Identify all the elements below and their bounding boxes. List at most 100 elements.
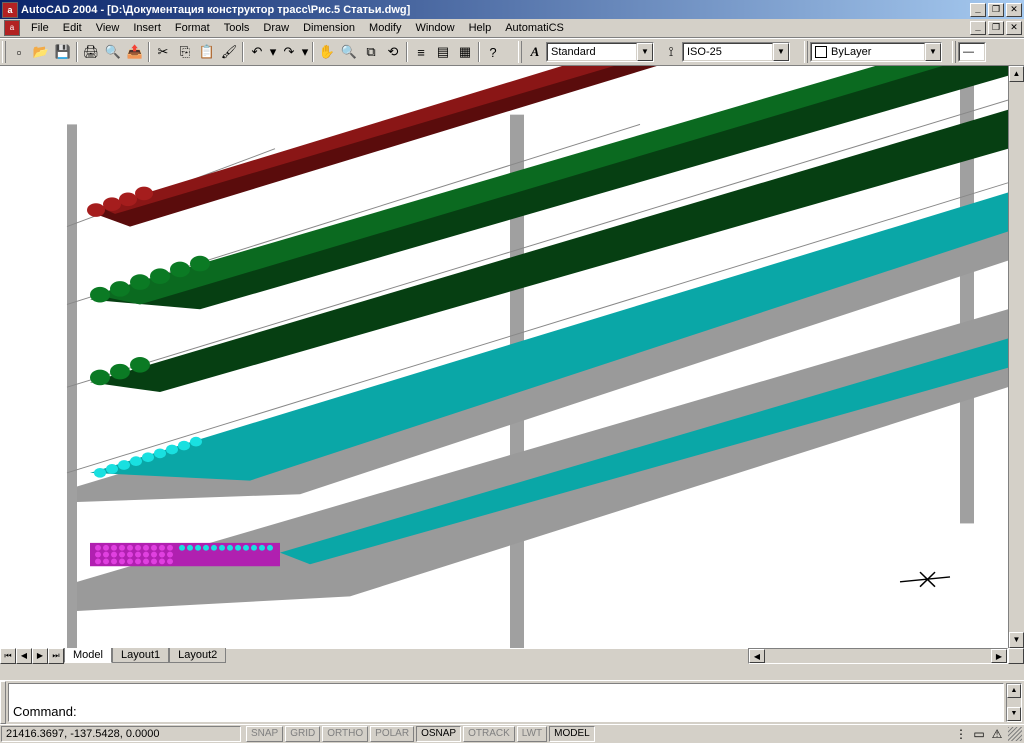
document-icon[interactable]: a [4,20,20,36]
minimize-button[interactable]: _ [970,3,986,17]
publish-button[interactable]: 📤 [124,41,146,63]
command-handle[interactable] [0,681,6,724]
text-style-combo[interactable]: Standard ▼ [546,42,654,62]
menu-draw[interactable]: Draw [256,20,296,36]
tab-layout1[interactable]: Layout1 [112,648,169,663]
extra-combo[interactable]: — [958,42,986,62]
dropdown-icon[interactable]: ▼ [925,43,941,61]
drawing-area-wrapper: ▲ ▼ ⏮ ◀ ▶ ⏭ ModelLayout1Layout2 ◀ ▶ [0,66,1024,680]
pan-button[interactable]: ✋ [316,41,338,63]
dropdown-icon[interactable]: ▼ [637,43,653,61]
help-button[interactable]: ? [482,41,504,63]
scroll-down-button[interactable]: ▼ [1007,707,1021,721]
open-button[interactable]: 📂 [30,41,52,63]
menu-format[interactable]: Format [168,20,217,36]
menu-insert[interactable]: Insert [126,20,168,36]
command-prompt-label: Command: [13,704,77,719]
tab-scroll-next-button[interactable]: ▶ [32,648,48,664]
zoom-prev-button[interactable]: ⟲ [382,41,404,63]
toolbar-separator [312,42,314,62]
status-toggle-osnap[interactable]: OSNAP [416,726,461,742]
status-toggle-grid[interactable]: GRID [285,726,320,742]
restore-button[interactable]: ❐ [988,3,1004,17]
doc-restore-button[interactable]: ❐ [988,21,1004,35]
menu-view[interactable]: View [89,20,127,36]
undo-button[interactable]: ↶ [246,41,268,63]
new-button[interactable]: ▫ [8,41,30,63]
toolbar-handle[interactable] [2,41,6,63]
undo-dropdown-icon[interactable]: ▾ [268,41,278,63]
command-line: Command: ▲ ▼ [0,680,1024,724]
doc-minimize-button[interactable]: _ [970,21,986,35]
scroll-right-button[interactable]: ▶ [991,649,1007,663]
menu-edit[interactable]: Edit [56,20,89,36]
tab-scroll-first-button[interactable]: ⏮ [0,648,16,664]
toolbar-handle[interactable] [518,41,522,63]
dim-style-combo[interactable]: ISO-25 ▼ [682,42,790,62]
menu-help[interactable]: Help [462,20,499,36]
toolbar-handle[interactable] [952,41,956,63]
plot-button[interactable]: 🖨 [80,41,102,63]
scroll-up-button[interactable]: ▲ [1009,66,1024,82]
zoom-rt-button[interactable]: 🔍 [338,41,360,63]
menu-bar: a FileEditViewInsertFormatToolsDrawDimen… [0,19,1024,38]
menu-tools[interactable]: Tools [217,20,257,36]
status-toggle-model[interactable]: MODEL [549,726,595,742]
close-button[interactable]: ✕ [1006,3,1022,17]
scroll-up-button[interactable]: ▲ [1007,684,1021,698]
menu-dimension[interactable]: Dimension [296,20,362,36]
resize-grip[interactable] [1008,727,1022,741]
dc-button[interactable]: ▤ [432,41,454,63]
scroll-down-button[interactable]: ▼ [1009,632,1024,648]
plot-preview-button[interactable]: 🔍 [102,41,124,63]
menu-automatics[interactable]: AutomatiCS [498,20,571,36]
match-prop-button[interactable]: 🖌 [218,41,240,63]
horizontal-scrollbar[interactable]: ◀ ▶ [748,648,1008,664]
drawing-canvas [0,66,1008,648]
status-toggle-lwt[interactable]: LWT [517,726,547,742]
menu-modify[interactable]: Modify [362,20,408,36]
doc-close-button[interactable]: ✕ [1006,21,1022,35]
redo-button[interactable]: ↷ [278,41,300,63]
tray-icon[interactable]: ⋮ [953,726,969,742]
cut-button[interactable]: ✂ [152,41,174,63]
toolbar-separator [406,42,408,62]
tab-layout2[interactable]: Layout2 [169,648,226,663]
tab-scroll-last-button[interactable]: ⏭ [48,648,64,664]
dim-style-icon[interactable]: ⟟ [660,41,682,63]
coordinates-display[interactable]: 21416.3697, -137.5428, 0.0000 [1,726,241,742]
paste-button[interactable]: 📋 [196,41,218,63]
redo-dropdown-icon[interactable]: ▾ [300,41,310,63]
tray-icon[interactable]: ▭ [971,726,987,742]
command-input[interactable]: Command: [8,683,1004,722]
status-toggle-ortho[interactable]: ORTHO [322,726,368,742]
status-toggle-polar[interactable]: POLAR [370,726,414,742]
text-style-icon[interactable]: A [524,41,546,63]
toolbar-separator [478,42,480,62]
zoom-win-button[interactable]: ⧉ [360,41,382,63]
app-icon: a [2,2,18,18]
command-scrollbar[interactable]: ▲ ▼ [1006,683,1022,722]
tab-model[interactable]: Model [64,648,112,663]
save-button[interactable]: 💾 [52,41,74,63]
toolbar-separator [242,42,244,62]
status-toggle-otrack[interactable]: OTRACK [463,726,515,742]
model-viewport[interactable] [0,66,1008,648]
toolbar-separator [76,42,78,62]
status-bar: 21416.3697, -137.5428, 0.0000 SNAPGRIDOR… [0,724,1024,742]
menu-window[interactable]: Window [408,20,461,36]
standard-toolbar: ▫📂💾🖨🔍📤✂⎘📋🖌↶▾↷▾✋🔍⧉⟲≡▤▦? A Standard ▼ ⟟ IS… [0,38,1024,66]
layer-color-combo[interactable]: ByLayer ▼ [810,42,942,62]
properties-button[interactable]: ≡ [410,41,432,63]
status-toggle-snap[interactable]: SNAP [246,726,283,742]
layer-name-label: ByLayer [831,46,871,58]
scroll-left-button[interactable]: ◀ [749,649,765,663]
vertical-scrollbar[interactable]: ▲ ▼ [1008,66,1024,648]
toolbar-handle[interactable] [804,41,808,63]
tab-scroll-prev-button[interactable]: ◀ [16,648,32,664]
tray-icon[interactable]: ⚠ [989,726,1005,742]
copy-button[interactable]: ⎘ [174,41,196,63]
tool-pal-button[interactable]: ▦ [454,41,476,63]
menu-file[interactable]: File [24,20,56,36]
dropdown-icon[interactable]: ▼ [773,43,789,61]
